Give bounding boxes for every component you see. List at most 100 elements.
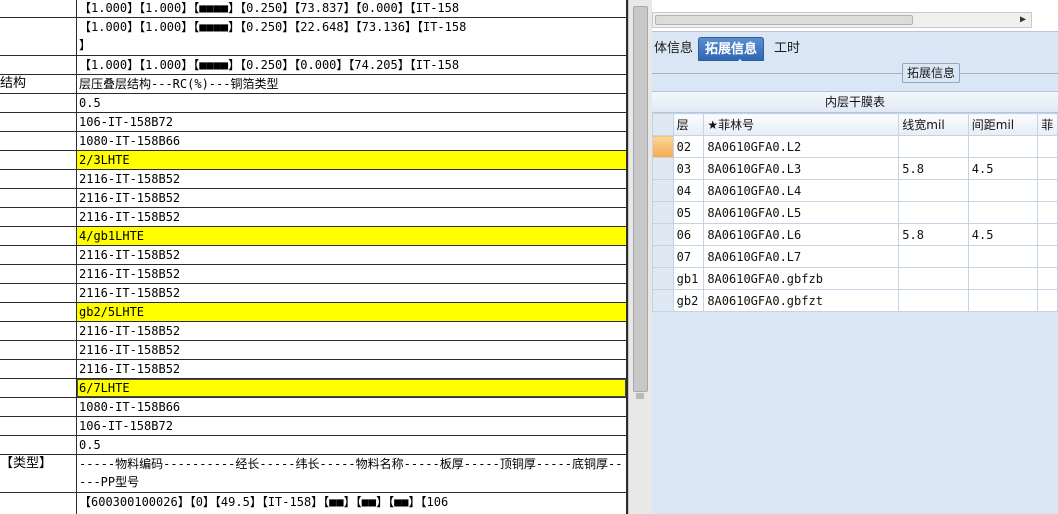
table-row[interactable]: 06 8A0610GFA0.L6 5.8 4.5	[652, 223, 1058, 246]
table-row[interactable]: gb2 8A0610GFA0.gbfzt	[652, 289, 1058, 312]
cell-truncated[interactable]	[1037, 157, 1058, 180]
sheet-value-cell[interactable]: 2116-IT-158B52	[77, 360, 626, 378]
cell-spacing[interactable]: 4.5	[967, 223, 1039, 246]
row-indicator-icon[interactable]	[652, 289, 674, 312]
sheet-value-cell[interactable]: 2116-IT-158B52	[77, 189, 626, 207]
sheet-label-cell[interactable]	[0, 493, 77, 514]
cell-truncated[interactable]	[1037, 289, 1058, 312]
cell-line-width[interactable]	[898, 201, 969, 224]
cell-spacing[interactable]	[967, 135, 1039, 158]
cell-film-no[interactable]: 8A0610GFA0.L5	[703, 201, 900, 224]
sheet-value-cell[interactable]: 层压叠层结构---RC(%)---铜箔类型	[77, 75, 626, 93]
row-indicator-icon[interactable]	[652, 245, 674, 268]
row-indicator-icon[interactable]	[652, 267, 674, 290]
sheet-value-cell[interactable]: 1080-IT-158B66	[77, 132, 626, 150]
column-header-truncated[interactable]: 菲	[1037, 113, 1058, 136]
row-indicator-icon[interactable]	[652, 135, 674, 158]
sheet-label-cell[interactable]	[0, 113, 77, 131]
cell-spacing[interactable]	[967, 179, 1039, 202]
sheet-value-cell[interactable]: 106-IT-158B72	[77, 113, 626, 131]
sheet-label-cell[interactable]: 【类型】	[0, 455, 77, 492]
sheet-label-cell[interactable]	[0, 94, 77, 112]
sheet-label-cell[interactable]	[0, 303, 77, 321]
sheet-highlighted-cell[interactable]: gb2/5LHTE	[77, 303, 626, 321]
cell-spacing[interactable]	[967, 267, 1039, 290]
cell-spacing[interactable]	[967, 289, 1039, 312]
sheet-value-cell[interactable]: 【1.000】【1.000】【■■■■】【0.250】【0.000】【74.20…	[77, 56, 626, 74]
cell-film-no[interactable]: 8A0610GFA0.gbfzb	[703, 267, 900, 290]
sheet-value-cell[interactable]: 106-IT-158B72	[77, 417, 626, 435]
sheet-label-cell[interactable]	[0, 246, 77, 264]
sheet-label-cell[interactable]	[0, 208, 77, 226]
sheet-label-cell[interactable]	[0, 341, 77, 359]
sheet-value-cell[interactable]: 2116-IT-158B52	[77, 265, 626, 283]
scroll-right-arrow-icon[interactable]: ▶	[1017, 14, 1029, 26]
column-header-film-no[interactable]: ★菲林号	[703, 113, 900, 136]
horizontal-scrollbar-thumb[interactable]	[655, 15, 913, 25]
sheet-label-cell[interactable]	[0, 379, 77, 397]
cell-film-no[interactable]: 8A0610GFA0.L4	[703, 179, 900, 202]
sheet-value-cell[interactable]: 2116-IT-158B52	[77, 322, 626, 340]
sheet-label-cell[interactable]	[0, 56, 77, 74]
cell-line-width[interactable]	[898, 135, 969, 158]
sheet-value-cell[interactable]: 【1.000】【1.000】【■■■■】【0.250】【22.648】【73.1…	[77, 18, 626, 55]
sheet-label-cell[interactable]	[0, 189, 77, 207]
tab-basic-info[interactable]: 体信息	[652, 37, 699, 61]
sheet-value-cell[interactable]: 0.5	[77, 436, 626, 454]
sheet-label-cell[interactable]	[0, 227, 77, 245]
sheet-value-cell[interactable]: 0.5	[77, 94, 626, 112]
cell-line-width[interactable]	[898, 289, 969, 312]
row-indicator-icon[interactable]	[652, 223, 674, 246]
sheet-label-cell[interactable]	[0, 0, 77, 17]
table-row[interactable]: 03 8A0610GFA0.L3 5.8 4.5	[652, 157, 1058, 180]
cell-truncated[interactable]	[1037, 179, 1058, 202]
sheet-label-cell[interactable]	[0, 132, 77, 150]
sheet-label-cell[interactable]	[0, 265, 77, 283]
table-row[interactable]: 07 8A0610GFA0.L7	[652, 245, 1058, 268]
row-indicator-icon[interactable]	[652, 201, 674, 224]
column-header-spacing[interactable]: 间距mil	[967, 113, 1039, 136]
tab-extended-info[interactable]: 拓展信息	[698, 37, 765, 64]
cell-line-width[interactable]: 5.8	[898, 157, 969, 180]
sheet-label-cell[interactable]	[0, 398, 77, 416]
cell-layer[interactable]: gb1	[672, 267, 705, 290]
vertical-scrollbar-thumb[interactable]	[633, 6, 648, 392]
sheet-value-cell[interactable]: 【600300100026】【0】【49.5】【IT-158】【■■】【■■】【…	[77, 493, 626, 514]
cell-spacing[interactable]	[967, 245, 1039, 268]
sheet-label-cell[interactable]	[0, 436, 77, 454]
vertical-scrollbar[interactable]	[628, 0, 652, 514]
cell-line-width[interactable]: 5.8	[898, 223, 969, 246]
sheet-label-cell[interactable]: 结构	[0, 75, 77, 93]
horizontal-scrollbar[interactable]: ▶	[652, 12, 1032, 28]
sheet-label-cell[interactable]	[0, 360, 77, 378]
sheet-label-cell[interactable]	[0, 151, 77, 169]
sheet-value-cell[interactable]: 【1.000】【1.000】【■■■■】【0.250】【73.837】【0.00…	[77, 0, 626, 17]
row-indicator-icon[interactable]	[652, 157, 674, 180]
cell-layer[interactable]: 06	[672, 223, 705, 246]
table-row[interactable]: 02 8A0610GFA0.L2	[652, 135, 1058, 158]
table-row[interactable]: gb1 8A0610GFA0.gbfzb	[652, 267, 1058, 290]
cell-line-width[interactable]	[898, 267, 969, 290]
cell-truncated[interactable]	[1037, 223, 1058, 246]
sheet-value-cell[interactable]: 2116-IT-158B52	[77, 341, 626, 359]
cell-spacing[interactable]	[967, 201, 1039, 224]
cell-truncated[interactable]	[1037, 267, 1058, 290]
tab-work-hours[interactable]: 工时	[768, 37, 806, 61]
sheet-highlighted-cell[interactable]: 4/gb1LHTE	[77, 227, 626, 245]
cell-film-no[interactable]: 8A0610GFA0.L7	[703, 245, 900, 268]
sheet-label-cell[interactable]	[0, 284, 77, 302]
cell-line-width[interactable]	[898, 179, 969, 202]
sheet-value-cell[interactable]: 2116-IT-158B52	[77, 284, 626, 302]
sheet-highlighted-cell[interactable]: 2/3LHTE	[77, 151, 626, 169]
sheet-label-cell[interactable]	[0, 417, 77, 435]
sheet-highlighted-cell[interactable]: 6/7LHTE	[77, 379, 626, 397]
cell-film-no[interactable]: 8A0610GFA0.L3	[703, 157, 900, 180]
cell-layer[interactable]: 02	[672, 135, 705, 158]
cell-layer[interactable]: 05	[672, 201, 705, 224]
row-indicator-icon[interactable]	[652, 179, 674, 202]
sheet-value-cell[interactable]: -----物料编码----------经长-----纬长-----物料名称---…	[77, 455, 626, 492]
sheet-value-cell[interactable]: 2116-IT-158B52	[77, 170, 626, 188]
cell-spacing[interactable]: 4.5	[967, 157, 1039, 180]
column-header-line-width[interactable]: 线宽mil	[898, 113, 969, 136]
cell-film-no[interactable]: 8A0610GFA0.gbfzt	[703, 289, 900, 312]
